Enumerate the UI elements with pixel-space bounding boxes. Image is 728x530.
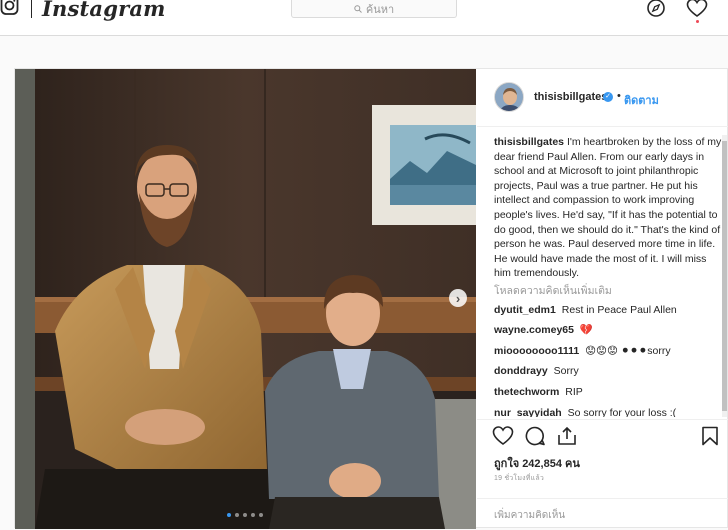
verified-badge-icon: ✓ bbox=[603, 92, 613, 102]
comment-text: 😟😟😟 ⚫⚫⚫sorry bbox=[585, 344, 671, 357]
carousel-dot bbox=[251, 513, 255, 517]
comment-text: Sorry bbox=[553, 365, 579, 378]
comment-item: wayne.comey65 💔 bbox=[494, 323, 722, 338]
search-input[interactable]: ค้นหา bbox=[291, 0, 457, 18]
search-placeholder: ค้นหา bbox=[365, 3, 395, 16]
comment-item: thetechworm RIP bbox=[494, 385, 722, 400]
comments-scrollbar[interactable] bbox=[722, 135, 727, 417]
caption-text: I'm heartbroken by the loss of my dear f… bbox=[494, 136, 722, 280]
follow-button[interactable]: ติดตาม bbox=[624, 91, 659, 109]
comment-text: 💔 bbox=[579, 324, 593, 337]
chevron-right-icon: › bbox=[455, 290, 461, 306]
comments-list[interactable]: thisisbillgates I'm heartbroken by the l… bbox=[494, 135, 722, 417]
photo-illustration bbox=[15, 69, 476, 529]
comment-author[interactable]: mioooooooo1111 bbox=[494, 345, 579, 357]
comment-author[interactable]: dyutit_edm1 bbox=[494, 304, 556, 316]
separator-bullet: • bbox=[617, 90, 621, 102]
comment-bubble-icon[interactable] bbox=[524, 426, 546, 446]
instagram-wordmark[interactable]: Instagram bbox=[42, 0, 166, 21]
notification-dot bbox=[696, 20, 699, 23]
carousel-dot bbox=[227, 513, 231, 517]
post-header: thisisbillgates ✓ • ติดตาม bbox=[477, 69, 728, 127]
caption-author[interactable]: thisisbillgates bbox=[494, 136, 564, 148]
post-actions: ถูกใจ 242,854 คน 19 ชั่วโมงที่แล้ว เพิ่ม… bbox=[477, 419, 728, 530]
carousel-next-button[interactable]: › bbox=[449, 289, 467, 307]
nav-divider bbox=[31, 0, 32, 18]
add-comment-placeholder: เพิ่มความคิดเห็น bbox=[494, 510, 566, 521]
comment-author[interactable]: wayne.comey65 bbox=[494, 324, 574, 336]
carousel-dot bbox=[243, 513, 247, 517]
comment-item: donddrayy Sorry bbox=[494, 364, 722, 379]
post-author[interactable]: thisisbillgates bbox=[534, 91, 607, 103]
carousel-indicators bbox=[227, 513, 263, 517]
search-icon bbox=[354, 4, 362, 13]
carousel-dot bbox=[259, 513, 263, 517]
post-caption: thisisbillgates I'm heartbroken by the l… bbox=[494, 135, 722, 281]
likes-count[interactable]: ถูกใจ 242,854 คน bbox=[494, 454, 580, 472]
comment-item: mioooooooo1111 😟😟😟 ⚫⚫⚫sorry bbox=[494, 344, 722, 359]
add-comment-field[interactable]: เพิ่มความคิดเห็น bbox=[477, 498, 728, 530]
like-heart-icon[interactable] bbox=[492, 426, 514, 446]
comment-text: RIP bbox=[565, 385, 583, 398]
comment-item: dyutit_edm1 Rest in Peace Paul Allen bbox=[494, 303, 722, 318]
load-more-comments-button[interactable]: โหลดความคิดเห็นเพิ่มเติม bbox=[494, 284, 722, 299]
comment-author[interactable]: donddrayy bbox=[494, 365, 548, 377]
instagram-glyph-icon[interactable] bbox=[0, 0, 20, 18]
heart-icon[interactable] bbox=[686, 0, 708, 18]
top-nav: Instagram ค้นหา bbox=[0, 0, 728, 36]
post-photo[interactable]: › bbox=[15, 69, 476, 529]
comment-text: So sorry for your loss :( bbox=[567, 406, 677, 418]
comment-author[interactable]: nur_sayyidah bbox=[494, 407, 562, 418]
comment-item: nur_sayyidah So sorry for your loss :( bbox=[494, 406, 722, 418]
avatar[interactable] bbox=[494, 82, 524, 112]
carousel-dot bbox=[235, 513, 239, 517]
comment-author[interactable]: thetechworm bbox=[494, 386, 559, 398]
compass-icon[interactable] bbox=[646, 0, 666, 18]
comment-text: Rest in Peace Paul Allen bbox=[561, 303, 677, 316]
scrollbar-thumb[interactable] bbox=[722, 141, 727, 411]
share-icon[interactable] bbox=[556, 426, 578, 446]
bookmark-icon[interactable] bbox=[701, 426, 719, 446]
post-sidebar: thisisbillgates ✓ • ติดตาม thisisbillgat… bbox=[477, 69, 728, 529]
post-card: › thisisbillgates ✓ • ติดตาม thisisbillg… bbox=[14, 68, 728, 529]
post-timestamp: 19 ชั่วโมงที่แล้ว bbox=[494, 475, 544, 482]
